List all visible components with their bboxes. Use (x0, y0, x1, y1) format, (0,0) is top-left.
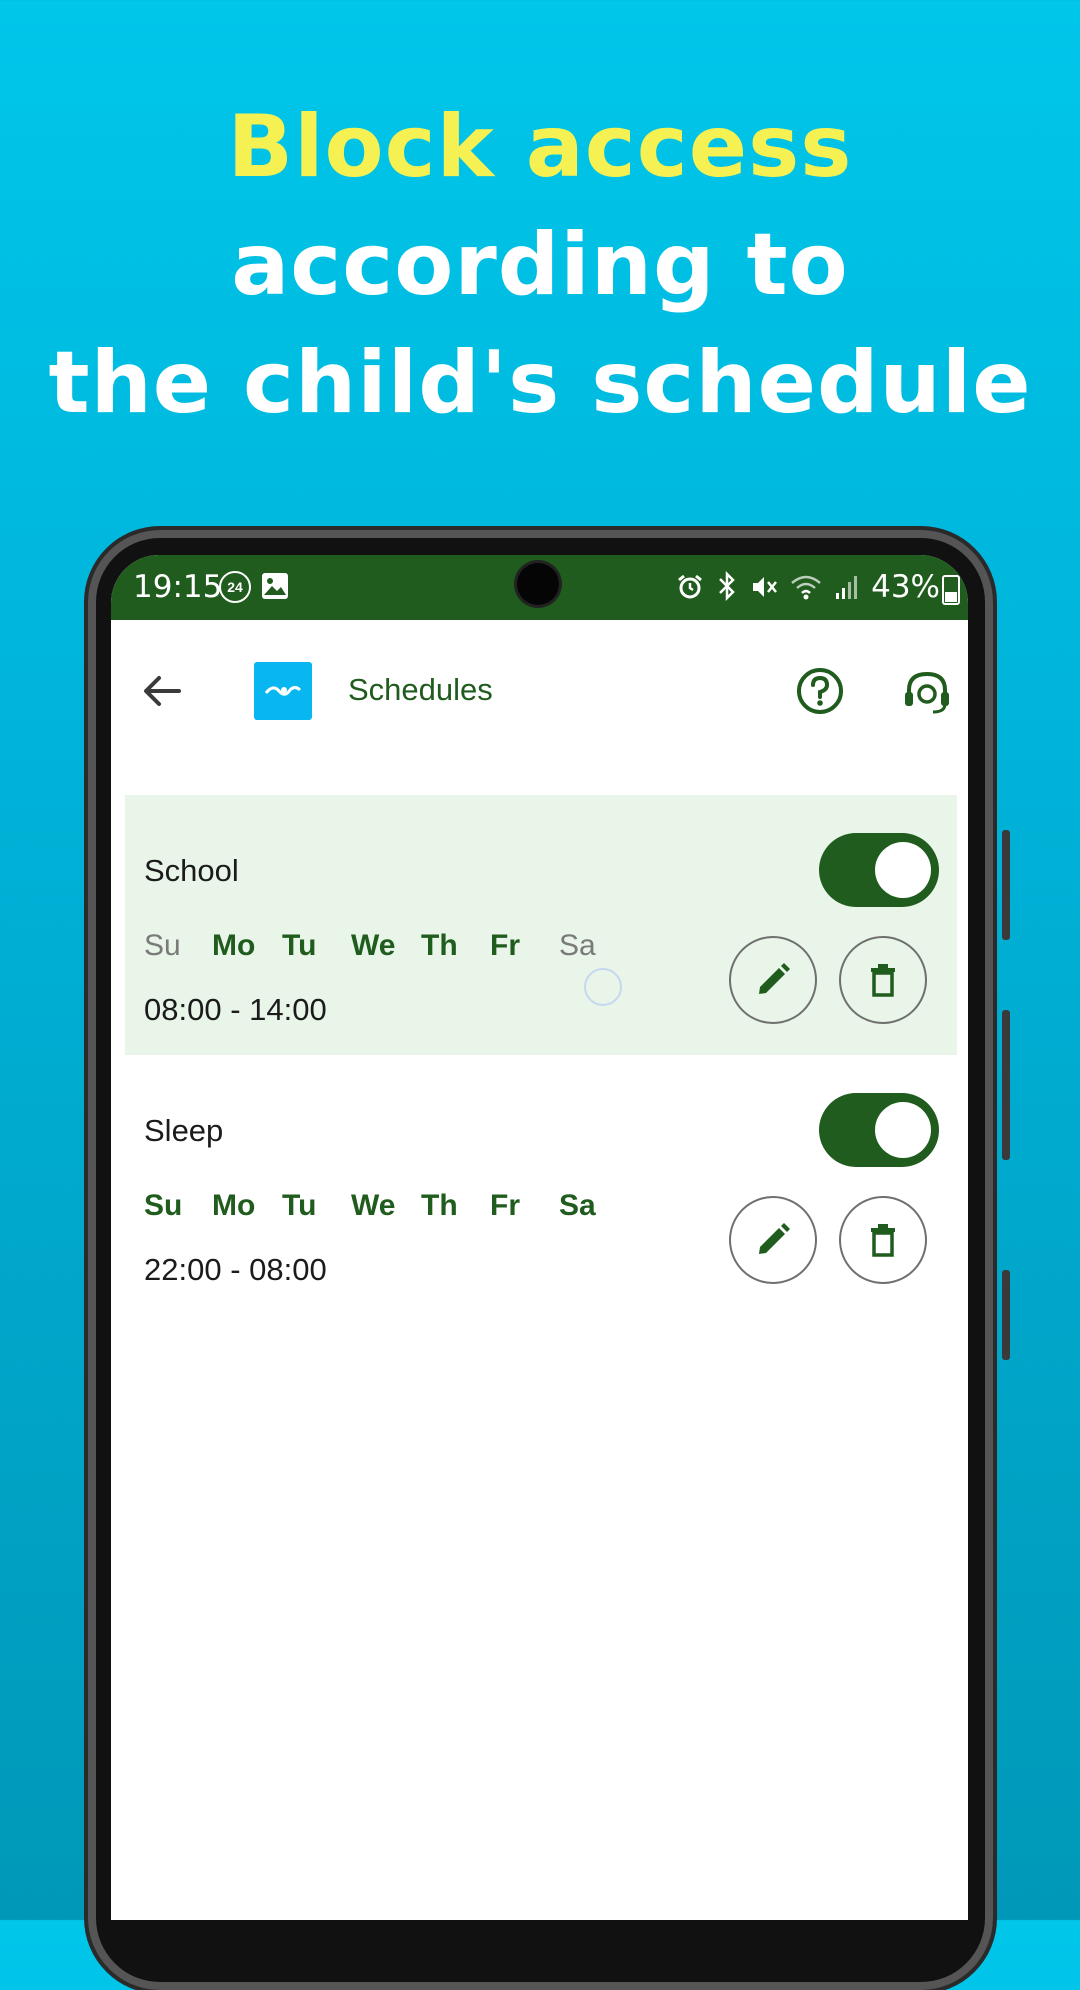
schedule-card-sleep[interactable]: Sleep Su Mo Tu We Th Fr Sa 22:00 - 08:00 (125, 1055, 957, 1315)
day-label: Mo (212, 929, 256, 962)
edit-schedule-button[interactable] (729, 1196, 817, 1284)
help-icon (797, 668, 843, 714)
status-bar: 19:15 24 43% (111, 555, 968, 620)
schedule-card-school[interactable]: School Su Mo Tu We Th Fr Sa 08:00 - 14:0… (125, 795, 957, 1055)
day-label: Su (144, 929, 181, 962)
battery-icon (942, 575, 960, 605)
back-arrow-icon (144, 676, 181, 706)
schedule-toggle[interactable] (819, 833, 939, 907)
day-label: Fr (490, 1189, 520, 1222)
day-label: Mo (212, 1189, 256, 1222)
schedule-days: Su Mo Tu We Th Fr Sa (144, 929, 619, 963)
wifi-icon (790, 572, 822, 609)
day-label: Sa (559, 1189, 596, 1222)
front-camera (517, 563, 559, 605)
schedule-name: Sleep (144, 1113, 224, 1148)
touch-ripple (584, 968, 622, 1006)
alarm-icon (676, 572, 704, 609)
image-notification-icon (261, 571, 289, 608)
app-bar: Schedules (111, 620, 968, 770)
phone-side-button (1002, 830, 1010, 940)
delete-schedule-button[interactable] (839, 1196, 927, 1284)
signal-icon (834, 572, 860, 609)
day-label: Th (421, 1189, 458, 1222)
schedule-days: Su Mo Tu We Th Fr Sa (144, 1189, 619, 1223)
schedule-time: 08:00 - 14:00 (144, 992, 327, 1027)
promo-line-1: Block access (227, 97, 853, 197)
promo-line-2: according to (231, 215, 849, 315)
app-logo-icon (254, 662, 312, 720)
pencil-icon (759, 1223, 790, 1254)
mute-icon (750, 572, 778, 609)
notification-badge: 24 (219, 571, 251, 603)
day-label: Th (421, 929, 458, 962)
schedule-time: 22:00 - 08:00 (144, 1252, 327, 1287)
pencil-icon (759, 963, 790, 994)
phone-screen: 19:15 24 43% Schedules School Su Mo Tu W… (111, 555, 968, 1920)
day-label: We (351, 929, 396, 962)
day-label: We (351, 1189, 396, 1222)
trash-icon (871, 1224, 895, 1257)
phone-side-button (1002, 1270, 1010, 1360)
support-button[interactable] (901, 666, 953, 718)
toggle-knob (875, 1102, 931, 1158)
schedule-name: School (144, 853, 239, 888)
day-label: Tu (282, 929, 317, 962)
day-label: Fr (490, 929, 520, 962)
promo-line-3: the child's schedule (48, 333, 1032, 433)
day-label: Tu (282, 1189, 317, 1222)
status-icons (676, 570, 860, 609)
delete-schedule-button[interactable] (839, 936, 927, 1024)
phone-side-button (1002, 1010, 1010, 1160)
edit-schedule-button[interactable] (729, 936, 817, 1024)
toggle-knob (875, 842, 931, 898)
battery-percent: 43% (871, 569, 940, 605)
day-label: Sa (559, 929, 596, 962)
promo-headline: Block access according to the child's sc… (0, 88, 1080, 442)
help-button[interactable] (795, 666, 845, 716)
support-headset-icon (905, 671, 949, 714)
day-label: Su (144, 1189, 183, 1222)
trash-icon (871, 964, 895, 997)
page-title: Schedules (348, 672, 493, 707)
bluetooth-icon (716, 570, 738, 609)
status-time: 19:15 (133, 569, 223, 605)
schedule-toggle[interactable] (819, 1093, 939, 1167)
back-button[interactable] (137, 666, 187, 716)
